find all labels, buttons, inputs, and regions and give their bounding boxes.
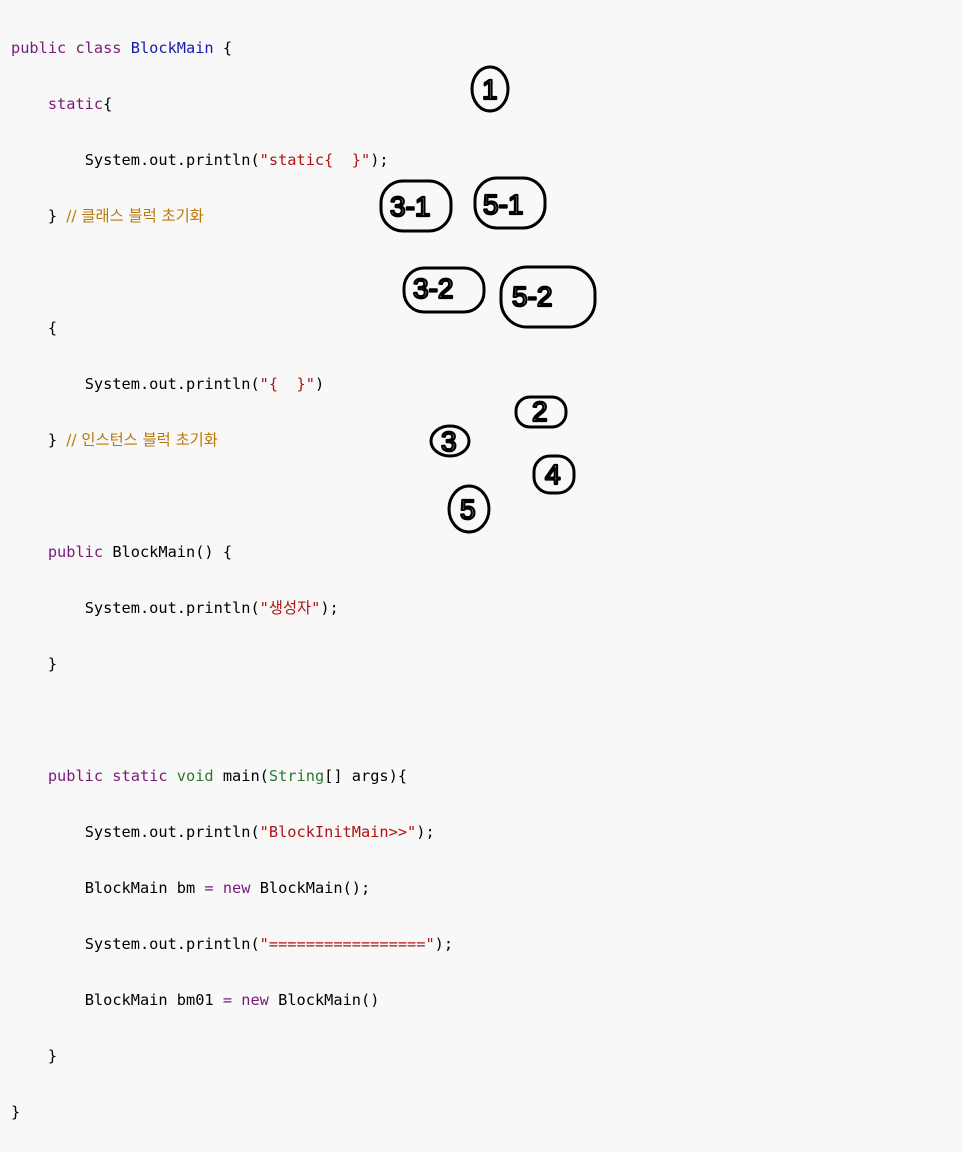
svg-text:5-1: 5-1	[483, 189, 523, 220]
code-line-10: public BlockMain() {	[47, 543, 233, 561]
code-line-20: }	[11, 1103, 21, 1121]
annotation-2: 2	[514, 395, 568, 429]
code-line-8: } // 인스턴스 블럭 초기화	[47, 431, 218, 449]
annotation-5: 5	[447, 484, 491, 534]
code-line-4: } // 클래스 블럭 초기화	[47, 207, 204, 225]
comment-class-block-init: // 클래스 블럭 초기화	[66, 207, 204, 225]
svg-text:2: 2	[532, 396, 548, 427]
code-line-3: System.out.println("static{ }");	[84, 151, 389, 169]
annotation-5-1: 5-1	[473, 176, 547, 230]
svg-text:4: 4	[545, 459, 561, 490]
code-line-5-blank	[11, 258, 453, 286]
code-line-13-blank	[11, 706, 453, 734]
annotation-5-2: 5-2	[499, 265, 597, 329]
svg-text:5-2: 5-2	[512, 281, 552, 312]
code-line-6: {	[47, 319, 58, 337]
code-block: public class BlockMain { static{ System.…	[11, 6, 453, 1152]
annotation-1: 1	[470, 65, 510, 113]
comment-instance-block-init: // 인스턴스 블럭 초기화	[66, 431, 218, 449]
code-line-14: public static void main(String[] args){	[47, 767, 408, 785]
annotation-4: 4	[532, 454, 576, 495]
code-line-17: System.out.println("=================");	[84, 935, 454, 953]
code-line-9-blank	[11, 482, 453, 510]
code-line-11: System.out.println("생성자");	[84, 599, 339, 617]
code-line-1: public class BlockMain {	[11, 39, 233, 57]
svg-text:1: 1	[482, 74, 498, 105]
code-line-18: BlockMain bm01 = new BlockMain()	[84, 991, 380, 1009]
code-line-7: System.out.println("{ }")	[84, 375, 325, 393]
code-line-15: System.out.println("BlockInitMain>>");	[84, 823, 435, 841]
svg-text:5: 5	[460, 494, 476, 525]
code-line-19: }	[47, 1047, 58, 1065]
code-line-2: static{	[47, 95, 113, 113]
code-line-12: }	[47, 655, 58, 673]
code-line-16: BlockMain bm = new BlockMain();	[84, 879, 371, 897]
